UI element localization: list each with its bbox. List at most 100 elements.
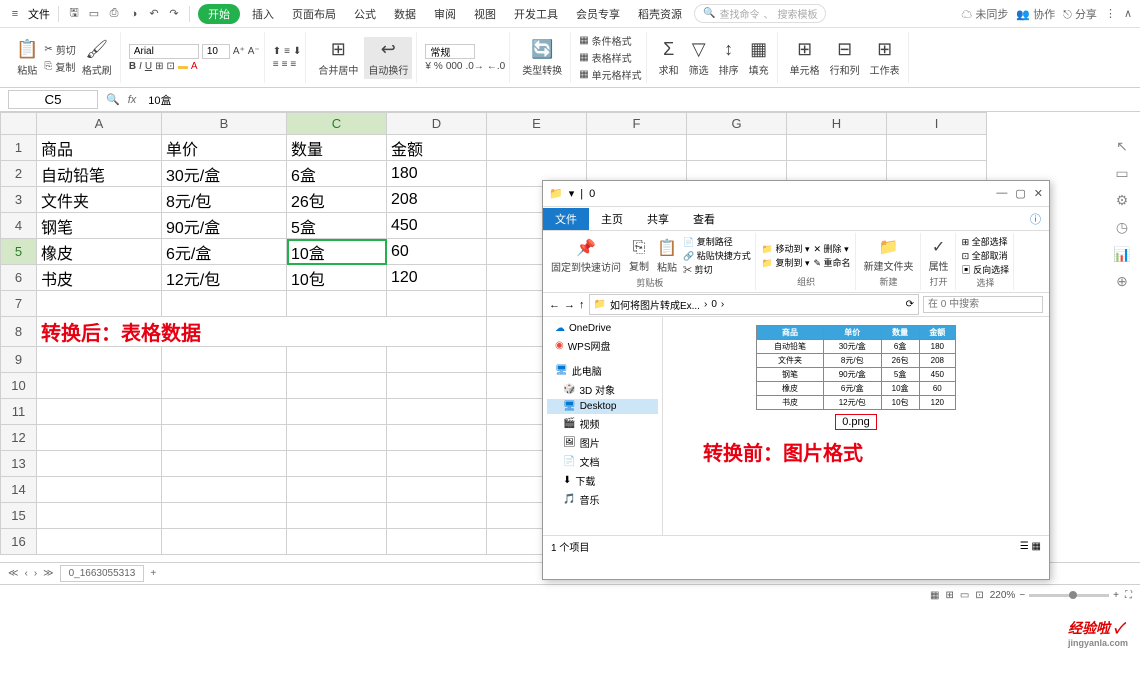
row-header[interactable]: 14	[1, 477, 37, 503]
format-painter-button[interactable]: 🖌格式刷	[78, 37, 116, 79]
cell[interactable]: 30元/盒	[162, 161, 287, 187]
tab-data[interactable]: 数据	[388, 4, 422, 24]
nav-3d[interactable]: 🎲3D 对象	[547, 380, 658, 399]
cell-button[interactable]: ⊞单元格	[786, 37, 824, 79]
file-thumbnail[interactable]: 商品单价数量金额自动铅笔30元/盒6盒180文件夹8元/包26包208钢笔90元…	[756, 325, 956, 410]
align-mid-icon[interactable]: ≡	[284, 46, 290, 57]
view-read-icon[interactable]: ⊡	[975, 590, 983, 601]
back-icon[interactable]: ←	[549, 299, 560, 311]
row-header[interactable]: 9	[1, 347, 37, 373]
zoom-slider[interactable]	[1029, 594, 1109, 597]
col-header[interactable]: B	[162, 113, 287, 135]
table-style-button[interactable]: ▦ 表格样式	[579, 50, 641, 65]
nav-pictures[interactable]: 🖼图片	[547, 433, 658, 452]
cell[interactable]	[287, 291, 387, 317]
align-bot-icon[interactable]: ⬇	[293, 46, 301, 57]
tab-formula[interactable]: 公式	[348, 4, 382, 24]
cell[interactable]	[37, 451, 162, 477]
tab-dev[interactable]: 开发工具	[508, 4, 564, 24]
fx-icon[interactable]: 🔍	[106, 93, 120, 106]
cell[interactable]	[37, 529, 162, 555]
cursor-icon[interactable]: ↖	[1116, 138, 1128, 155]
col-header[interactable]: G	[687, 113, 787, 135]
row-header[interactable]: 13	[1, 451, 37, 477]
row-header[interactable]: 1	[1, 135, 37, 161]
undo-icon[interactable]: ↶	[147, 7, 161, 21]
cell[interactable]	[37, 399, 162, 425]
exp-tab-home[interactable]: 主页	[589, 208, 635, 230]
row-header[interactable]: 2	[1, 161, 37, 187]
file-name[interactable]: 0.png	[835, 414, 877, 430]
collapse-icon[interactable]: ∧	[1124, 7, 1132, 20]
analysis-icon[interactable]: 📊	[1113, 246, 1130, 263]
cell[interactable]	[287, 477, 387, 503]
nav-down-icon[interactable]: ▾	[569, 187, 575, 200]
worksheet-button[interactable]: ⊞工作表	[866, 37, 904, 79]
fill-color-icon[interactable]: ▬	[178, 61, 188, 72]
cell[interactable]	[162, 373, 287, 399]
view-break-icon[interactable]: ▭	[960, 590, 969, 601]
view-large-icon[interactable]: ▦	[1032, 541, 1041, 552]
decrease-font-icon[interactable]: A⁻	[248, 46, 260, 57]
cell[interactable]	[887, 135, 987, 161]
cell[interactable]: 商品	[37, 135, 162, 161]
nav-downloads[interactable]: ⬇下载	[547, 471, 658, 490]
cell[interactable]	[287, 399, 387, 425]
cell[interactable]	[162, 477, 287, 503]
cell[interactable]: 10包	[287, 265, 387, 291]
col-header[interactable]: H	[787, 113, 887, 135]
fill-button[interactable]: ▦填充	[745, 37, 773, 79]
tab-resource[interactable]: 稻壳资源	[632, 4, 688, 24]
cell[interactable]	[287, 425, 387, 451]
zoom-in-icon[interactable]: +	[1113, 590, 1119, 601]
cell[interactable]: 8元/包	[162, 187, 287, 213]
nav-onedrive[interactable]: ☁OneDrive	[547, 321, 658, 336]
properties-button[interactable]: ✓属性	[927, 235, 951, 275]
inc-decimal-icon[interactable]: .0→	[466, 61, 484, 72]
sum-button[interactable]: Σ求和	[655, 37, 683, 79]
nav-documents[interactable]: 📄文档	[547, 452, 658, 471]
more-icon[interactable]: ⋮	[1105, 7, 1116, 20]
row-header[interactable]: 5	[1, 239, 37, 265]
cell[interactable]	[162, 451, 287, 477]
underline-button[interactable]: U	[145, 61, 152, 72]
cell-style-button[interactable]: ▦ 单元格样式	[579, 67, 641, 82]
move-to-button[interactable]: 📁 移动到 ▾	[762, 242, 810, 255]
refresh-icon[interactable]: ⟳	[906, 299, 914, 310]
bold-button[interactable]: B	[129, 61, 136, 72]
explorer-content[interactable]: 商品单价数量金额自动铅笔30元/盒6盒180文件夹8元/包26包208钢笔90元…	[663, 317, 1049, 535]
row-header[interactable]: 3	[1, 187, 37, 213]
nav-wps[interactable]: ◉WPS网盘	[547, 336, 658, 355]
comma-icon[interactable]: 000	[446, 61, 463, 72]
increase-font-icon[interactable]: A⁺	[233, 46, 245, 57]
cell[interactable]	[162, 399, 287, 425]
delete-button[interactable]: ✕ 删除 ▾	[814, 242, 851, 255]
rename-button[interactable]: ✎ 重命名	[814, 256, 851, 269]
cell[interactable]	[162, 347, 287, 373]
exp-tab-file[interactable]: 文件	[543, 208, 589, 230]
row-header[interactable]: 16	[1, 529, 37, 555]
explorer-search[interactable]	[923, 296, 1043, 313]
align-top-icon[interactable]: ⬆	[273, 46, 281, 57]
forward-icon[interactable]: →	[564, 299, 575, 311]
cell[interactable]: 6盒	[287, 161, 387, 187]
cell[interactable]: 单价	[162, 135, 287, 161]
cell[interactable]	[162, 529, 287, 555]
minimize-icon[interactable]: —	[996, 187, 1007, 200]
nav-prev-icon[interactable]: ‹	[24, 568, 27, 579]
cell[interactable]	[162, 503, 287, 529]
cell[interactable]: 10盒	[287, 239, 387, 265]
cell[interactable]	[287, 347, 387, 373]
paste-button[interactable]: 📋粘贴	[12, 37, 42, 79]
exp-paste-button[interactable]: 📋粘贴	[655, 236, 679, 276]
menu-icon[interactable]: ≡	[8, 7, 22, 21]
exp-tab-share[interactable]: 共享	[635, 208, 681, 230]
cell[interactable]: 书皮	[37, 265, 162, 291]
tab-layout[interactable]: 页面布局	[286, 4, 342, 24]
cell[interactable]: 60	[387, 239, 487, 265]
cell[interactable]	[387, 529, 487, 555]
tab-member[interactable]: 会员专享	[570, 4, 626, 24]
backup-icon[interactable]: ⊕	[1116, 273, 1128, 290]
cell[interactable]	[687, 135, 787, 161]
italic-button[interactable]: I	[139, 61, 142, 72]
